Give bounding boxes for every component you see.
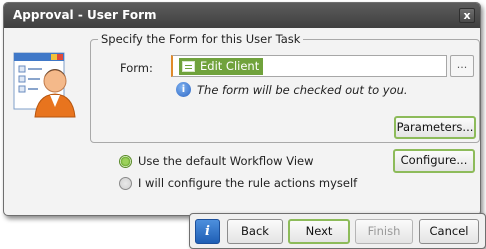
option-configure-myself-label: I will configure the rule actions myself	[138, 176, 358, 190]
option-default-view-label: Use the default Workflow View	[138, 154, 314, 168]
form-icon	[182, 61, 195, 72]
configure-button[interactable]: Configure...	[393, 149, 475, 173]
group-legend: Specify the Form for this User Task	[98, 32, 304, 46]
form-chip[interactable]: Edit Client	[179, 58, 263, 75]
window-title: Approval - User Form	[13, 8, 157, 22]
user-form-icon	[13, 51, 79, 119]
cancel-button[interactable]: Cancel	[419, 219, 479, 244]
form-field[interactable]: Edit Client	[171, 55, 447, 77]
next-button[interactable]: Next	[288, 219, 350, 244]
help-icon[interactable]: i	[195, 219, 220, 244]
radio-configure-myself[interactable]	[119, 177, 132, 190]
browse-button[interactable]: ...	[450, 55, 474, 77]
radio-default-view[interactable]	[119, 155, 132, 168]
form-label: Form:	[120, 61, 153, 75]
form-groupbox: Specify the Form for this User Task Form…	[90, 32, 480, 143]
back-button[interactable]: Back	[227, 219, 283, 244]
info-text: The form will be checked out to you.	[197, 83, 408, 97]
close-icon[interactable]: x	[459, 8, 475, 23]
dialog-window: Approval - User Form x Specify the Form …	[3, 2, 481, 216]
title-bar: Approval - User Form x	[4, 3, 480, 28]
wizard-footer: i Back Next Finish Cancel	[189, 213, 486, 249]
parameters-button[interactable]: Parameters...	[394, 116, 476, 139]
finish-button: Finish	[355, 219, 413, 244]
info-icon: i	[176, 82, 191, 97]
form-value: Edit Client	[200, 59, 260, 73]
